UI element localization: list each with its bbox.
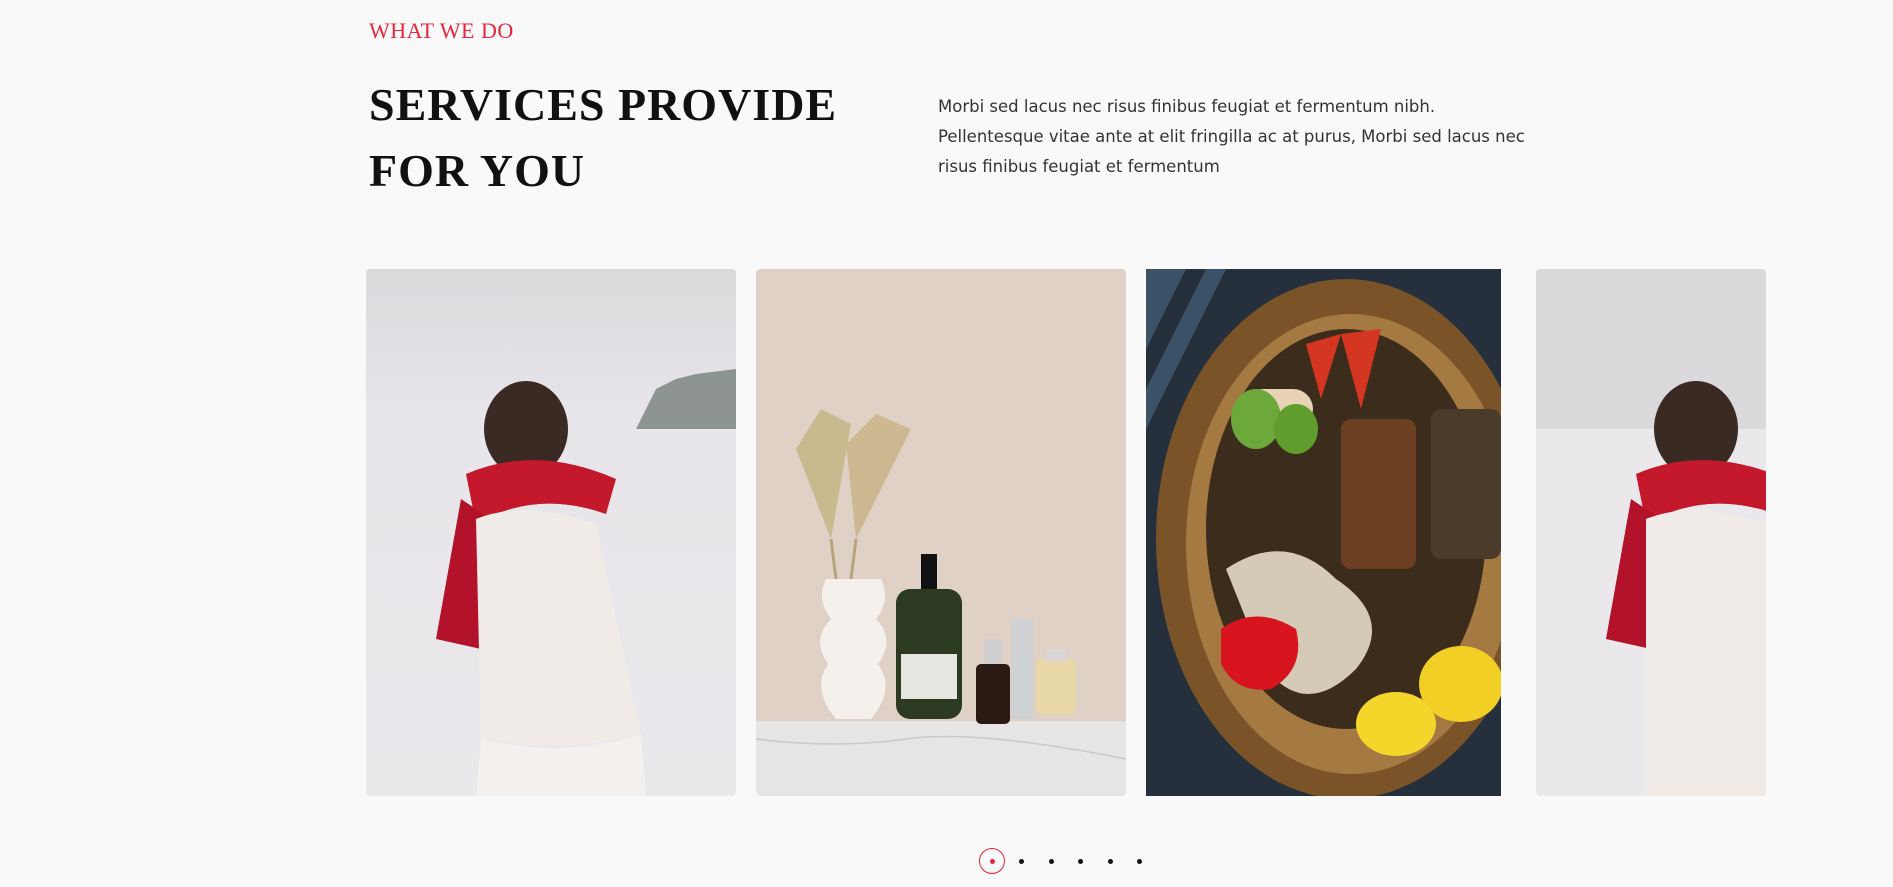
grocery-basket-image	[1146, 269, 1501, 796]
woman-red-scarf-image-clone	[1536, 269, 1766, 796]
pagination-dot-1[interactable]	[979, 848, 1005, 874]
slide-cosmetics[interactable]	[756, 269, 1126, 796]
woman-red-scarf-image	[366, 269, 736, 796]
pagination-dot-3[interactable]	[1038, 848, 1064, 874]
heading-line-1: SERVICES PROVIDE	[369, 79, 838, 130]
dot-marker	[1107, 858, 1113, 864]
heading-line-2: FOR YOU	[369, 145, 586, 196]
dot-marker	[1137, 858, 1142, 864]
dot-marker	[1048, 858, 1054, 864]
section-heading: SERVICES PROVIDE FOR YOU	[369, 72, 889, 204]
section-eyebrow: WHAT WE DO	[369, 18, 514, 43]
cosmetics-image	[756, 269, 1126, 796]
dot-marker	[1078, 858, 1083, 864]
dot-marker	[989, 858, 995, 864]
slide-grocery-basket[interactable]	[1146, 269, 1501, 796]
carousel-pagination	[979, 848, 1156, 874]
slide-woman-red-scarf[interactable]	[366, 269, 736, 796]
pagination-dot-4[interactable]	[1068, 848, 1094, 874]
slide-woman-red-scarf-clone[interactable]	[1536, 269, 1766, 796]
pagination-dot-2[interactable]	[1009, 848, 1035, 874]
dot-marker	[1019, 858, 1024, 864]
pagination-dot-5[interactable]	[1097, 848, 1123, 874]
pagination-dot-6[interactable]	[1127, 848, 1153, 874]
section-description: Morbi sed lacus nec risus finibus feugia…	[938, 97, 1525, 176]
services-carousel[interactable]	[366, 269, 1766, 796]
